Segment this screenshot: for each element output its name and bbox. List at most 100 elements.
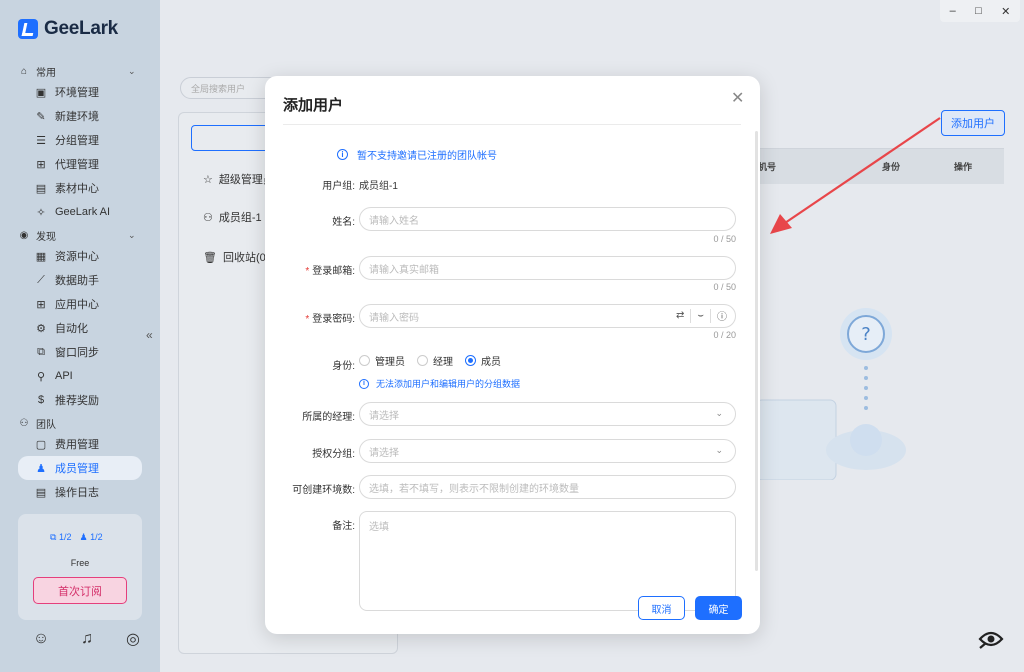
group-item-super-admin[interactable]: ☆ 超级管理员 bbox=[203, 171, 274, 187]
sync-icon: ⧉ bbox=[37, 345, 45, 358]
plan-usage: ⧉ 1/2 ♟ 1/2 bbox=[50, 532, 103, 542]
sidebar-nav: ⌂ 常用 ⌄ ▣ 环境管理 ✎ 新建环境 ☰ 分组管理 ⊞ 代理管理 ▤ 素材中心 ✧ Ge… bbox=[0, 60, 160, 504]
info-icon: i bbox=[359, 378, 369, 389]
manager-label: 所属的经理: bbox=[302, 412, 355, 423]
sidebar-item-referral[interactable]: $ 推荐奖励 bbox=[0, 388, 160, 412]
env-count-icon: ⧉ bbox=[50, 532, 57, 542]
network-icon: ⊞ bbox=[36, 158, 46, 171]
role-radio-member[interactable]: 成员 bbox=[465, 353, 501, 368]
sidebar-item-resource-center[interactable]: ▦ 资源中心 bbox=[0, 244, 160, 268]
password-label: * 登录密码: bbox=[305, 314, 355, 325]
user-icon: ♟ bbox=[36, 462, 46, 475]
home-icon: ⌂ bbox=[20, 65, 28, 77]
close-window-icon[interactable]: ✕ bbox=[1001, 5, 1010, 18]
support-icon[interactable]: ☺ bbox=[30, 628, 52, 650]
collapse-sidebar-icon[interactable]: « bbox=[146, 328, 153, 342]
env-icon: ▣ bbox=[35, 86, 47, 99]
sidebar-item-geelark-ai[interactable]: ✧ GeeLark AI bbox=[0, 200, 160, 224]
column-header-actions: 操作 bbox=[954, 162, 973, 172]
role-tip: i 无法添加用户和编辑用户的分组数据 bbox=[359, 377, 520, 390]
api-icon: ⚲ bbox=[36, 370, 46, 383]
email-input[interactable]: 请输入真实邮箱 bbox=[359, 256, 736, 280]
add-user-button[interactable]: 添加用户 bbox=[941, 110, 1005, 136]
shuffle-icon[interactable]: ⇄ bbox=[676, 310, 684, 321]
column-header-role: 身份 bbox=[882, 162, 901, 172]
star-icon: ☆ bbox=[203, 173, 213, 186]
sidebar-item-material-center[interactable]: ▤ 素材中心 bbox=[0, 176, 160, 200]
bell-icon[interactable]: ♫ bbox=[76, 628, 98, 650]
sidebar-bottom-icons: ☺ ♫ ◎ bbox=[30, 628, 144, 650]
discover-icon: ◉ bbox=[19, 229, 29, 241]
plan-name: Free bbox=[70, 558, 90, 568]
chevron-down-icon: ⌄ bbox=[128, 65, 136, 76]
dialog-scrollbar[interactable] bbox=[755, 131, 758, 571]
email-counter: 0 / 50 bbox=[713, 282, 736, 292]
member-count-icon: ♟ bbox=[79, 532, 88, 542]
nav-group-discover[interactable]: ◉ 发现 ⌄ bbox=[0, 226, 160, 244]
sidebar-item-window-sync[interactable]: ⧉ 窗口同步 bbox=[0, 340, 160, 364]
users-icon: ⚇ bbox=[203, 211, 213, 224]
app-name: GeeLark bbox=[44, 18, 118, 39]
list-icon: ☰ bbox=[36, 134, 46, 147]
sidebar-item-env-management[interactable]: ▣ 环境管理 bbox=[0, 80, 160, 104]
minimize-icon[interactable]: – bbox=[950, 5, 956, 17]
required-mark: * bbox=[305, 266, 310, 277]
sidebar-item-member-management[interactable]: ♟ 成员管理 bbox=[18, 456, 142, 480]
profile-icon[interactable]: ◎ bbox=[122, 628, 144, 650]
ai-icon: ✧ bbox=[36, 206, 46, 219]
sidebar-item-automation[interactable]: ⚙ 自动化 bbox=[0, 316, 160, 340]
sidebar-item-proxy-management[interactable]: ⊞ 代理管理 bbox=[0, 152, 160, 176]
group-auth-label: 授权分组: bbox=[312, 449, 355, 460]
user-group-value: 成员组-1 bbox=[359, 181, 398, 192]
chart-icon: ⟋ bbox=[37, 273, 45, 286]
chevron-down-icon: ⌄ bbox=[715, 408, 723, 418]
name-input[interactable]: 请输入姓名 bbox=[359, 207, 736, 231]
window-controls: – □ ✕ bbox=[940, 0, 1020, 22]
password-counter: 0 / 20 bbox=[713, 330, 736, 340]
sidebar-item-app-center[interactable]: ⊞ 应用中心 bbox=[0, 292, 160, 316]
role-radio-admin[interactable]: 管理员 bbox=[359, 353, 405, 368]
chevron-down-icon: ⌄ bbox=[715, 445, 723, 455]
sidebar-item-billing[interactable]: ▢ 费用管理 bbox=[0, 432, 160, 456]
password-input[interactable]: 请输入密码 ⇄ ⌣ ⓘ bbox=[359, 304, 736, 328]
env-limit-input[interactable]: 选填，若不填写，则表示不限制创建的环境数量 bbox=[359, 475, 736, 499]
confirm-button[interactable]: 确定 bbox=[695, 596, 742, 620]
resource-icon: ▦ bbox=[35, 250, 47, 263]
svg-text:?: ? bbox=[861, 324, 871, 345]
subscribe-button[interactable]: 首次订阅 bbox=[33, 577, 127, 604]
app-logo[interactable]: GeeLark bbox=[18, 18, 118, 40]
plan-card: ⧉ 1/2 ♟ 1/2 Free 首次订阅 bbox=[18, 514, 142, 620]
required-mark: * bbox=[305, 314, 310, 325]
trash-icon: 🗑 bbox=[203, 251, 217, 264]
nav-group-common[interactable]: ⌂ 常用 ⌄ bbox=[0, 62, 160, 80]
info-icon: i bbox=[337, 149, 348, 160]
cancel-button[interactable]: 取消 bbox=[638, 596, 685, 620]
info-circle-icon[interactable]: ⓘ bbox=[717, 308, 727, 323]
close-icon[interactable]: ✕ bbox=[731, 88, 744, 108]
nav-group-team[interactable]: ⚇ 团队 bbox=[0, 414, 160, 432]
apps-icon: ⊞ bbox=[36, 298, 46, 311]
column-header-phone: 机号 bbox=[758, 162, 777, 172]
role-radio-manager[interactable]: 经理 bbox=[417, 353, 453, 368]
sidebar-item-group-management[interactable]: ☰ 分组管理 bbox=[0, 128, 160, 152]
env-limit-label: 可创建环境数: bbox=[292, 485, 355, 496]
notice-line: i 暂不支持邀请已注册的团队帐号 bbox=[337, 147, 497, 162]
sidebar-item-operation-log[interactable]: ▤ 操作日志 bbox=[0, 480, 160, 504]
sidebar-item-data-assistant[interactable]: ⟋ 数据助手 bbox=[0, 268, 160, 292]
group-item-member-group-1[interactable]: ⚇ 成员组-1 bbox=[203, 209, 262, 225]
sidebar-item-api[interactable]: ⚲ API bbox=[0, 364, 160, 388]
sidebar-item-new-env[interactable]: ✎ 新建环境 bbox=[0, 104, 160, 128]
log-icon: ▤ bbox=[35, 486, 47, 499]
group-auth-select[interactable]: 请选择 ⌄ bbox=[359, 439, 736, 463]
dialog-divider bbox=[283, 124, 741, 125]
manager-select[interactable]: 请选择 ⌄ bbox=[359, 402, 736, 426]
maximize-icon[interactable]: □ bbox=[975, 5, 982, 17]
assistant-eye-icon[interactable] bbox=[978, 628, 1004, 650]
eye-closed-icon[interactable]: ⌣ bbox=[697, 310, 704, 321]
name-counter: 0 / 50 bbox=[713, 234, 736, 244]
sidebar: GeeLark ⌂ 常用 ⌄ ▣ 环境管理 ✎ 新建环境 ☰ 分组管理 ⊞ 代理管理 ▤… bbox=[0, 0, 160, 672]
remark-label: 备注: bbox=[332, 521, 355, 532]
group-item-recycle-bin[interactable]: 🗑 回收站(0) bbox=[203, 249, 269, 265]
name-label: 姓名: bbox=[332, 217, 355, 228]
dialog-title: 添加用户 bbox=[283, 97, 344, 114]
